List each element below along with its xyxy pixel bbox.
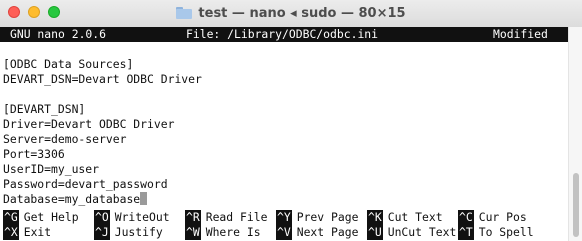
- shortcut-label: Get Help: [23, 210, 79, 224]
- shortcut-key: ^C: [458, 210, 474, 225]
- shortcut-label: Cut Text: [387, 210, 443, 224]
- vertical-scrollbar[interactable]: [568, 27, 582, 241]
- shortcut-label: Cur Pos: [478, 210, 527, 224]
- shortcut-where-is[interactable]: ^W Where Is: [185, 225, 261, 240]
- shortcut-uncut-text[interactable]: ^U UnCut Text: [367, 225, 456, 240]
- editor-line: [ODBC Data Sources]: [3, 57, 134, 71]
- shortcut-label: Where Is: [205, 225, 261, 239]
- shortcut-key: ^X: [3, 225, 19, 240]
- window-title-group: test — nano ◂ sudo — 80×15: [0, 4, 582, 22]
- nano-status: Modified: [493, 27, 548, 41]
- shortcut-label: Justify: [114, 225, 163, 239]
- editor-line: Password=devart_password: [3, 177, 168, 191]
- shortcut-key: ^T: [458, 225, 474, 240]
- shortcut-prev-page[interactable]: ^Y Prev Page: [276, 210, 358, 225]
- shortcut-key: ^U: [367, 225, 383, 240]
- folder-icon: [176, 6, 193, 19]
- shortcut-label: Read File: [205, 210, 268, 224]
- title-bar[interactable]: test — nano ◂ sudo — 80×15: [0, 0, 582, 28]
- shortcut-key: ^K: [367, 210, 383, 225]
- editor-line: Port=3306: [3, 147, 65, 161]
- shortcut-to-spell[interactable]: ^T To Spell: [458, 225, 534, 240]
- shortcut-key: ^O: [94, 210, 110, 225]
- editor-line: Driver=Devart ODBC Driver: [3, 117, 175, 131]
- shortcut-exit[interactable]: ^X Exit: [3, 225, 51, 240]
- nano-version: GNU nano 2.0.6: [10, 27, 107, 41]
- editor-line: Server=demo-server: [3, 132, 127, 146]
- shortcut-label: Prev Page: [296, 210, 359, 224]
- scrollbar-thumb[interactable]: [573, 173, 579, 237]
- window-title: test — nano ◂ sudo — 80×15: [198, 5, 406, 21]
- terminal-window: test — nano ◂ sudo — 80×15 GNU nano 2.0.…: [0, 0, 582, 241]
- shortcut-key: ^Y: [276, 210, 292, 225]
- shortcut-key: ^V: [276, 225, 292, 240]
- shortcut-cur-pos[interactable]: ^C Cur Pos: [458, 210, 527, 225]
- shortcut-key: ^R: [185, 210, 201, 225]
- editor-line: UserID=my_user: [3, 162, 100, 176]
- editor-line-text: Database=my_database: [3, 192, 141, 206]
- shortcut-next-page[interactable]: ^V Next Page: [276, 225, 358, 240]
- shortcut-cut-text[interactable]: ^K Cut Text: [367, 210, 443, 225]
- editor-line: DEVART_DSN=Devart ODBC Driver: [3, 72, 202, 86]
- editor-line: [DEVART_DSN]: [3, 102, 86, 116]
- terminal-content[interactable]: GNU nano 2.0.6 File: /Library/ODBC/odbc.…: [0, 27, 568, 241]
- shortcut-key: ^W: [185, 225, 201, 240]
- shortcut-key: ^J: [94, 225, 110, 240]
- shortcut-label: Exit: [23, 225, 52, 239]
- shortcut-writeout[interactable]: ^O WriteOut: [94, 210, 170, 225]
- shortcut-read-file[interactable]: ^R Read File: [185, 210, 267, 225]
- shortcut-justify[interactable]: ^J Justify: [94, 225, 163, 240]
- text-cursor: [140, 192, 148, 205]
- shortcut-key: ^G: [3, 210, 19, 225]
- shortcut-label: To Spell: [478, 225, 534, 239]
- shortcut-label: Next Page: [296, 225, 359, 239]
- shortcut-label: UnCut Text: [387, 225, 457, 239]
- nano-file-path: File: /Library/ODBC/odbc.ini: [186, 27, 379, 41]
- shortcut-label: WriteOut: [114, 210, 170, 224]
- nano-header-bar: GNU nano 2.0.6 File: /Library/ODBC/odbc.…: [0, 27, 568, 42]
- shortcut-get-help[interactable]: ^G Get Help: [3, 210, 79, 225]
- editor-line-current[interactable]: Database=my_database: [3, 192, 148, 207]
